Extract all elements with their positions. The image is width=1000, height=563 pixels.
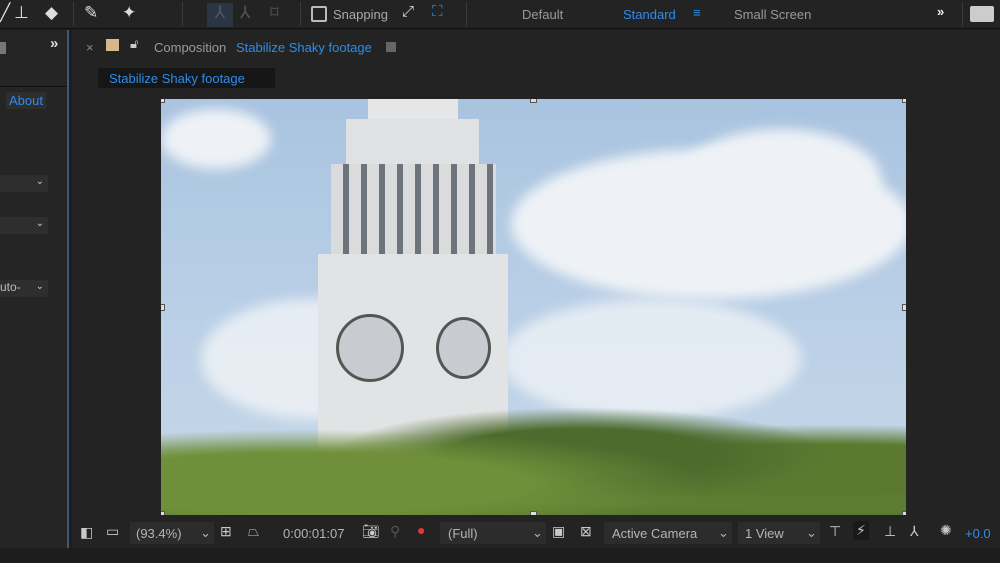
tools-toolbar: ╱ ⊥ ◆ ✎ ✦ ⅄ ⅄ ⌑ Snapping ⤢ ⛶ Default Sta…	[0, 0, 1000, 29]
monitor-icon[interactable]: ▭	[106, 523, 119, 540]
workspace-small-screen[interactable]: Small Screen	[734, 7, 811, 22]
about-button[interactable]: About	[6, 92, 46, 109]
composition-viewer[interactable]	[161, 99, 906, 515]
workspace-default[interactable]: Default	[522, 7, 563, 22]
flowchart-icon[interactable]: ⅄	[910, 523, 919, 540]
dropdown-1[interactable]: ⌄	[0, 175, 48, 192]
axis-world-icon[interactable]: ⅄	[240, 3, 250, 23]
tower-top	[368, 99, 458, 119]
magnification-dropdown[interactable]: (93.4%) ⌄	[130, 522, 214, 544]
panel-prefix: Composition	[154, 40, 227, 55]
transform-handle[interactable]	[161, 511, 165, 515]
workspace-standard[interactable]: Standard	[623, 7, 676, 22]
snapping-checkbox[interactable]	[311, 6, 327, 22]
always-preview-icon[interactable]: ◧	[80, 524, 93, 541]
panel-menu-icon[interactable]	[386, 42, 396, 52]
workspace-menu-icon[interactable]: ≡	[693, 5, 701, 20]
clock-face-right	[436, 317, 491, 379]
axis-view-icon[interactable]: ⌑	[270, 3, 279, 23]
transform-handle[interactable]	[161, 99, 165, 103]
transform-handle[interactable]	[161, 304, 165, 311]
viewer-controls: ◧ ▭ (93.4%) ⌄ ⊞ ⏢ 0:00:01:07 📷︎ ⚲ ● (Full…	[72, 516, 1000, 548]
puppet-pin-icon[interactable]: ✦	[122, 3, 136, 23]
transform-handle[interactable]	[530, 511, 537, 515]
dropdown-3[interactable]: uto- ⌄	[0, 280, 48, 297]
snapshot-camera-icon[interactable]: 📷︎	[362, 523, 380, 540]
timeline-icon[interactable]: ⊥	[884, 523, 896, 540]
brush-icon[interactable]: ╱	[0, 3, 10, 23]
snapping-label: Snapping	[333, 7, 388, 22]
composition-name[interactable]: Stabilize Shaky footage	[236, 40, 372, 55]
expand-panel-icon[interactable]: »	[50, 35, 58, 52]
eraser-icon[interactable]: ◆	[45, 3, 58, 23]
close-tab-icon[interactable]: ×	[86, 40, 94, 55]
roto-brush-icon[interactable]: ✎	[84, 3, 98, 23]
channel-rgb-icon[interactable]: ●	[417, 522, 425, 538]
resolution-dropdown[interactable]: (Full) ⌄	[440, 522, 546, 544]
transform-handle[interactable]	[530, 99, 537, 103]
reset-exposure-icon[interactable]: ✺	[940, 522, 952, 539]
clock-face-left	[336, 314, 404, 382]
snap-grid-icon[interactable]: ⛶	[432, 3, 443, 20]
mask-visibility-icon[interactable]: ⏢	[248, 523, 259, 540]
snap-arrow-icon[interactable]: ⤢	[402, 3, 414, 20]
camera-view-dropdown[interactable]: Active Camera ⌄	[604, 522, 732, 544]
clone-stamp-icon[interactable]: ⊥	[14, 3, 29, 23]
grid-guide-icon[interactable]: ⊞	[220, 523, 232, 540]
transparency-grid-icon[interactable]: ⊠	[580, 523, 592, 540]
dropdown-2[interactable]: ⌄	[0, 217, 48, 234]
transform-handle[interactable]	[902, 99, 906, 103]
panel-layout-icon[interactable]	[970, 6, 994, 22]
fast-previews-icon[interactable]: ⚡︎	[853, 521, 869, 540]
transform-handle[interactable]	[902, 304, 906, 311]
more-workspaces-icon[interactable]: »	[937, 4, 944, 19]
lock-icon[interactable]: 🔓︎	[130, 36, 138, 52]
region-of-interest-icon[interactable]: ▣	[552, 523, 565, 540]
view-layout-dropdown[interactable]: 1 View ⌄	[738, 522, 820, 544]
show-snapshot-icon[interactable]: ⚲	[390, 523, 400, 540]
left-panel: » About ⌄ ⌄ uto- ⌄	[0, 30, 69, 548]
comp-color-label-icon	[106, 39, 119, 51]
trees	[161, 399, 906, 515]
toggle-pixel-aspect-icon[interactable]: ⊤	[829, 523, 841, 540]
transform-handle[interactable]	[902, 511, 906, 515]
axis-local-icon[interactable]: ⅄	[207, 3, 233, 27]
panel-menu-icon[interactable]	[0, 42, 6, 54]
composition-tab[interactable]: Stabilize Shaky footage	[98, 68, 275, 88]
current-time[interactable]: 0:00:01:07	[283, 526, 344, 541]
exposure-value[interactable]: +0.0	[965, 526, 991, 541]
